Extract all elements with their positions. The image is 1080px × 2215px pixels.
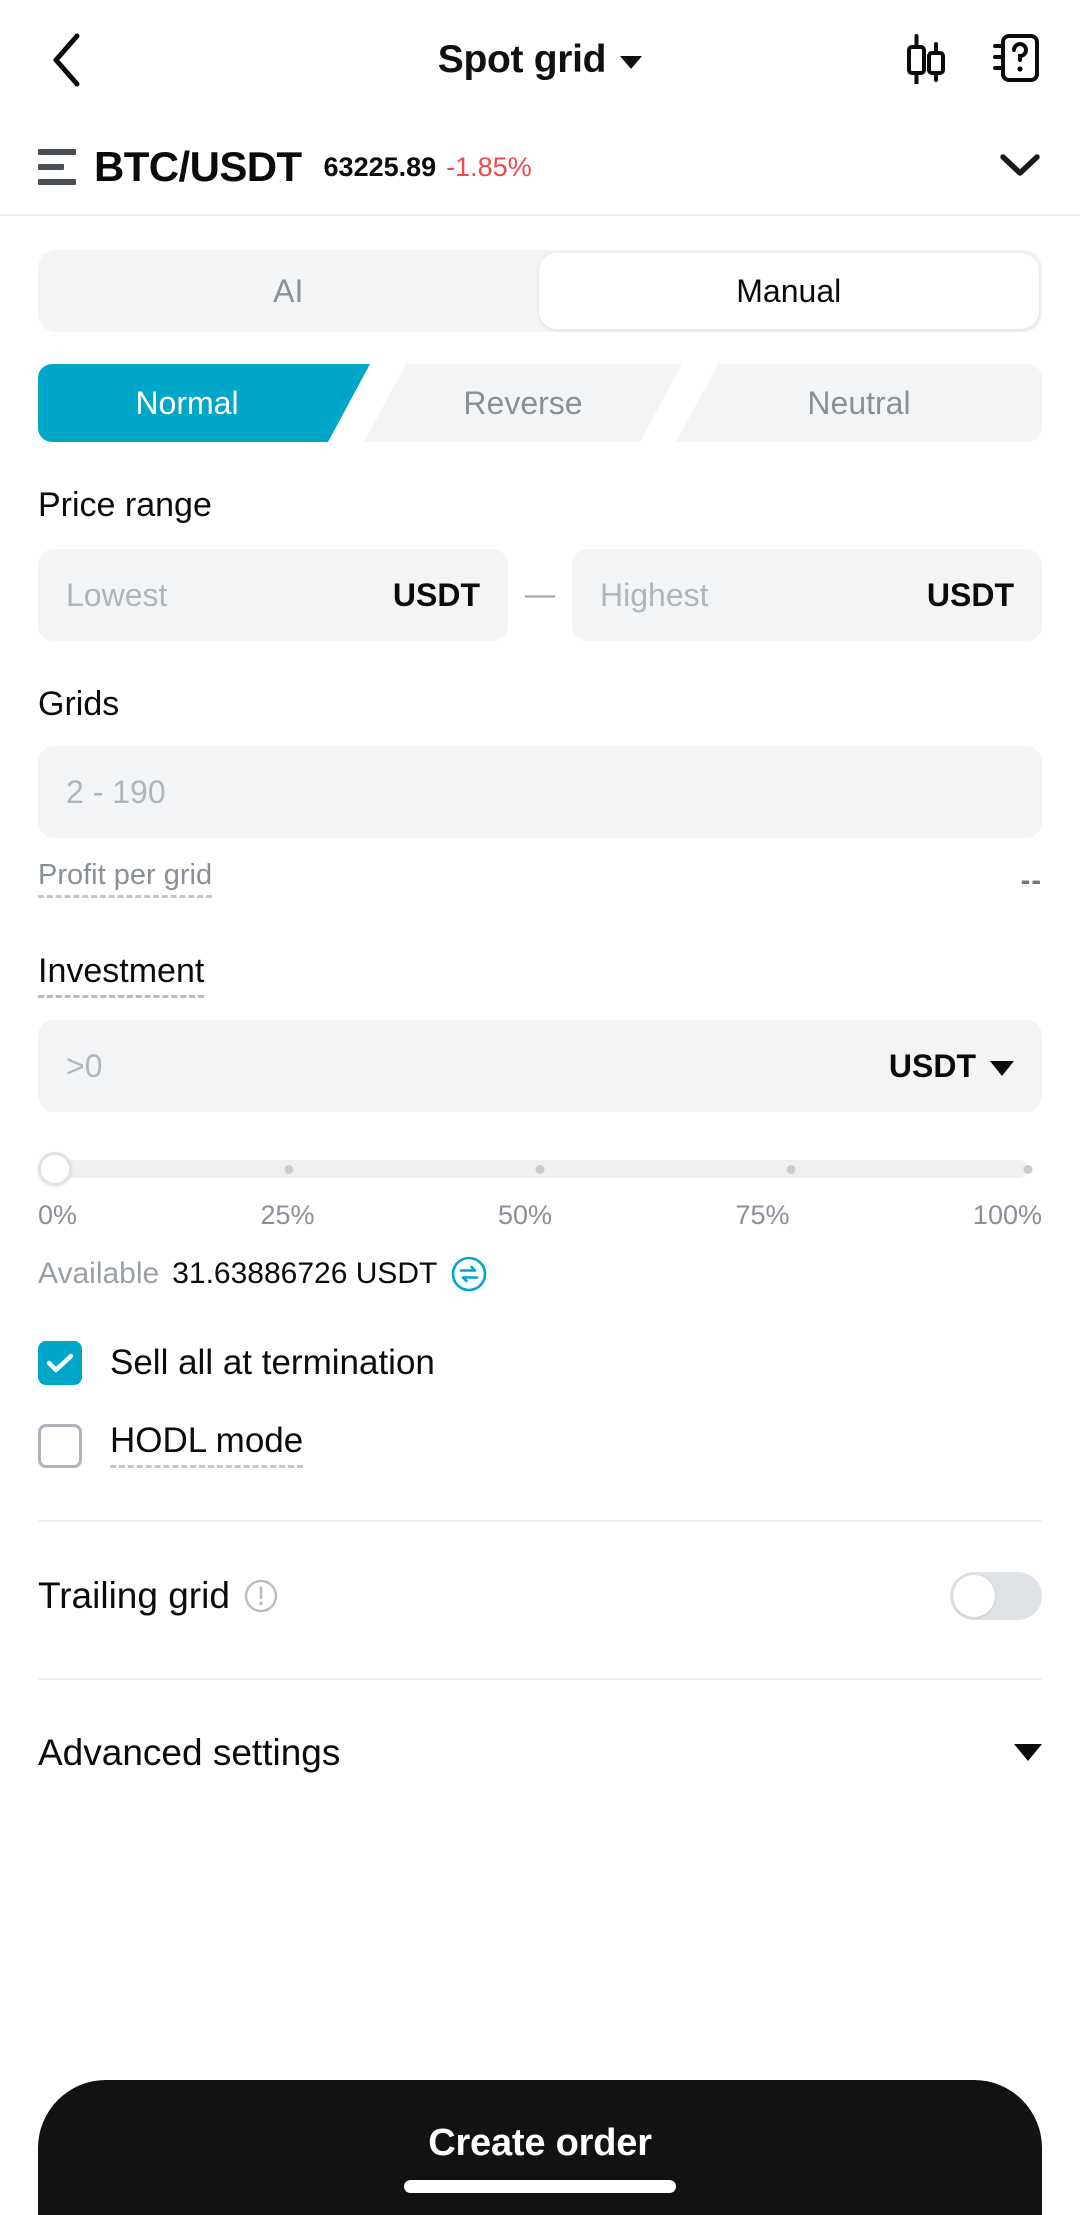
back-button[interactable] <box>38 32 94 88</box>
mode-segmented-control: AI Manual <box>38 250 1042 332</box>
divider-2 <box>38 1677 1042 1680</box>
investment-label[interactable]: Investment <box>38 954 205 999</box>
tab-reverse[interactable]: Reverse <box>364 364 682 442</box>
help-button[interactable] <box>990 31 1042 90</box>
pair-price: 63225.89 <box>323 151 437 182</box>
slider-label-25: 25% <box>260 1200 315 1231</box>
investment-label-wrap: Investment <box>38 952 1042 999</box>
trailing-grid-label: Trailing grid <box>38 1574 230 1616</box>
highest-price-placeholder: Highest <box>600 576 709 613</box>
slider-tick-25 <box>284 1165 294 1175</box>
home-indicator <box>404 2180 676 2193</box>
strategy-tabs: Normal Reverse Neutral <box>38 364 1042 442</box>
profit-per-grid-label[interactable]: Profit per grid <box>38 860 213 899</box>
sell-all-label: Sell all at termination <box>110 1343 435 1383</box>
lowest-price-unit: USDT <box>392 576 480 613</box>
price-range-label: Price range <box>38 486 212 524</box>
tab-manual[interactable]: Manual <box>538 253 1039 329</box>
page-title: Spot grid <box>437 38 607 81</box>
lowest-price-placeholder: Lowest <box>66 576 168 613</box>
sell-all-checkbox[interactable] <box>38 1341 82 1386</box>
slider-label-100: 100% <box>972 1200 1042 1231</box>
investment-placeholder: >0 <box>66 1047 103 1084</box>
chart-button[interactable] <box>900 32 952 89</box>
slider-tick-labels: 0% 25% 50% 75% 100% <box>38 1200 1042 1231</box>
slider-label-75: 75% <box>735 1200 790 1231</box>
trading-pair-row[interactable]: BTC/USDT 63225.89 -1.85% <box>0 120 1080 216</box>
toggle-knob <box>953 1574 995 1617</box>
grids-label: Grids <box>38 685 120 723</box>
available-balance-row: Available 31.63886726 USDT <box>38 1255 1042 1293</box>
slider-tick-75 <box>786 1165 796 1175</box>
profit-per-grid-value: -- <box>1020 865 1042 898</box>
sell-all-at-termination-row[interactable]: Sell all at termination <box>38 1341 1042 1386</box>
investment-input[interactable]: >0 USDT <box>38 1020 1042 1113</box>
caret-down-icon <box>1014 1744 1042 1762</box>
chevron-left-icon <box>49 32 83 88</box>
trailing-grid-row: Trailing grid <box>38 1566 1042 1626</box>
range-separator: — <box>525 578 555 611</box>
hodl-mode-label[interactable]: HODL mode <box>110 1422 304 1468</box>
info-circle-icon[interactable] <box>244 1579 278 1613</box>
transfer-arrows-icon[interactable] <box>450 1255 488 1293</box>
price-range-row: Lowest USDT — Highest USDT <box>38 549 1042 641</box>
profit-per-grid-row: Profit per grid -- <box>38 860 1042 899</box>
tab-normal[interactable]: Normal <box>38 364 370 442</box>
hodl-mode-checkbox[interactable] <box>38 1423 82 1468</box>
slider-label-0: 0% <box>38 1200 78 1231</box>
chevron-down-icon <box>998 151 1042 184</box>
tab-neutral[interactable]: Neutral <box>676 364 1042 442</box>
slider-tick-50 <box>535 1165 545 1175</box>
create-order-label: Create order <box>428 2122 652 2164</box>
advanced-settings-label: Advanced settings <box>38 1731 341 1773</box>
top-navigation-bar: Spot grid <box>0 0 1080 120</box>
create-order-button[interactable]: Create order <box>38 2080 1042 2215</box>
main-content: AI Manual Normal Reverse Neutral Price r… <box>0 250 1080 1782</box>
help-book-icon <box>990 31 1042 90</box>
caret-down-icon <box>990 1060 1014 1076</box>
investment-currency: USDT <box>888 1047 976 1084</box>
divider-1 <box>38 1519 1042 1522</box>
investment-currency-selector[interactable]: USDT <box>889 1048 1014 1085</box>
investment-slider[interactable] <box>38 1152 1042 1187</box>
slider-label-50: 50% <box>497 1200 552 1231</box>
trailing-grid-toggle[interactable] <box>950 1571 1042 1620</box>
highest-price-unit: USDT <box>926 576 1014 613</box>
advanced-settings-row[interactable]: Advanced settings <box>38 1724 1042 1782</box>
available-label: Available <box>38 1257 160 1291</box>
hamburger-menu-icon[interactable] <box>38 149 78 185</box>
slider-tick-100 <box>1023 1165 1033 1175</box>
highest-price-input[interactable]: Highest USDT <box>572 549 1042 641</box>
candlestick-chart-icon <box>900 32 952 89</box>
spot-grid-screen: Spot grid BTC/USDT 63225.89 -1.85% AI Ma… <box>0 0 1080 2215</box>
pair-change: -1.85% <box>446 151 532 182</box>
hodl-mode-row[interactable]: HODL mode <box>38 1422 1042 1468</box>
lowest-price-input[interactable]: Lowest USDT <box>38 549 508 641</box>
pair-symbol: BTC/USDT <box>94 143 302 190</box>
tab-ai[interactable]: AI <box>38 250 539 332</box>
caret-down-icon <box>620 56 643 69</box>
create-order-footer: Create order <box>38 2080 1042 2215</box>
available-value: 31.63886726 USDT <box>172 1257 438 1291</box>
top-bar-actions <box>900 31 1042 90</box>
slider-handle[interactable] <box>38 1152 72 1187</box>
pair-expand-button[interactable] <box>998 151 1042 184</box>
grids-input[interactable]: 2 - 190 <box>38 746 1042 838</box>
grids-placeholder: 2 - 190 <box>66 773 166 810</box>
